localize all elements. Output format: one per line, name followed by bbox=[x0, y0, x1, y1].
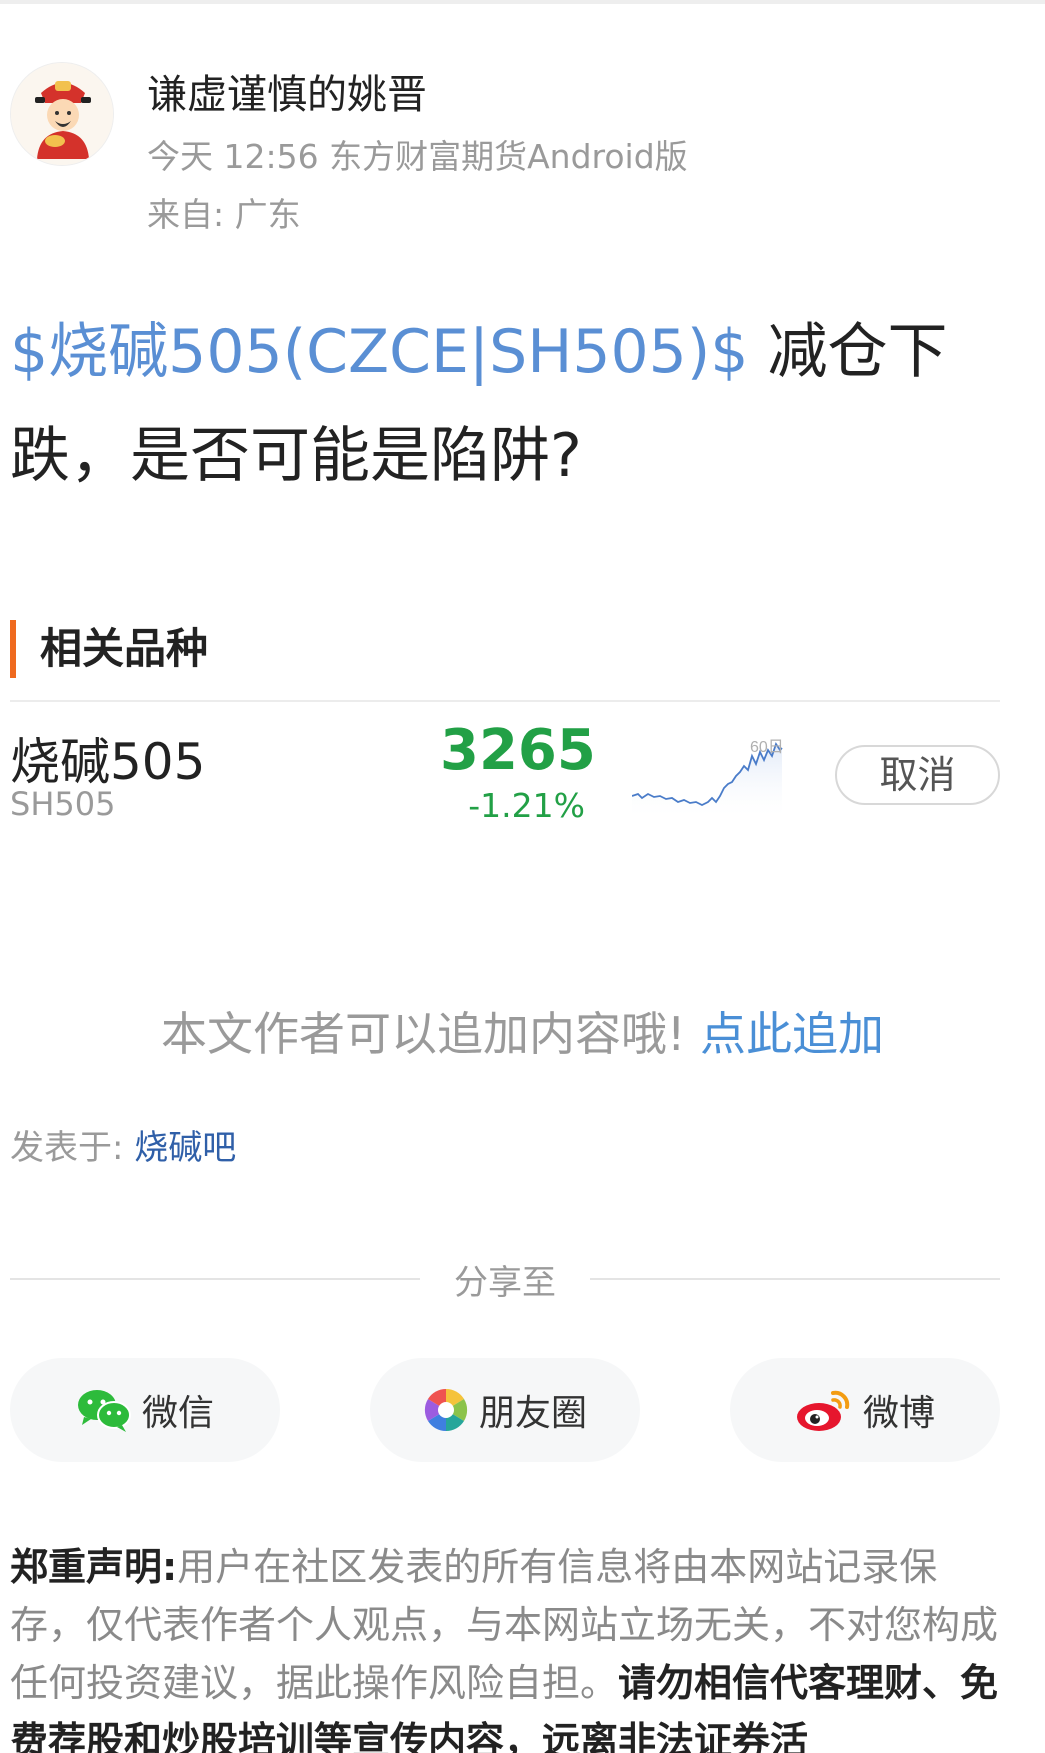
share-wechat-label: 微信 bbox=[141, 1393, 214, 1434]
related-section-title: 相关品种 bbox=[40, 624, 209, 673]
author-name[interactable]: 谦虚谨慎的姚晋 bbox=[147, 62, 427, 120]
section-accent-bar bbox=[10, 620, 16, 678]
quote-sparkline[interactable]: 60日 bbox=[632, 736, 802, 816]
post-location: 来自: 广东 bbox=[147, 195, 301, 234]
disclaimer-heading: 郑重声明: bbox=[10, 1545, 178, 1589]
share-moments-label: 朋友圈 bbox=[478, 1393, 587, 1434]
stock-tag-link[interactable]: $烧碱505(CZCE|SH505)$ bbox=[10, 317, 748, 387]
quote-name[interactable]: 烧碱505 bbox=[10, 722, 205, 794]
quote-price: 3265 bbox=[440, 718, 596, 783]
share-wechat-button[interactable]: 微信 bbox=[10, 1358, 280, 1462]
sparkline-period-label: 60日 bbox=[750, 739, 784, 756]
top-divider bbox=[0, 0, 1045, 4]
posted-in-label: 发表于: bbox=[10, 1128, 135, 1168]
quote-code: SH505 bbox=[10, 785, 116, 823]
share-divider-left bbox=[10, 1278, 420, 1280]
post-meta: 今天 12:56 东方财富期货Android版 bbox=[147, 137, 688, 176]
quote-change: -1.21% bbox=[468, 786, 585, 825]
share-title: 分享至 bbox=[454, 1263, 556, 1303]
god-of-wealth-avatar-icon bbox=[11, 63, 113, 165]
cancel-follow-button[interactable]: 取消 bbox=[835, 745, 1000, 805]
forum-link[interactable]: 烧碱吧 bbox=[134, 1128, 236, 1168]
author-avatar[interactable] bbox=[10, 62, 114, 166]
wechat-icon bbox=[77, 1390, 131, 1432]
weibo-icon bbox=[796, 1390, 850, 1431]
moments-icon bbox=[424, 1388, 468, 1432]
append-text: 本文作者可以追加内容哦! bbox=[160, 1007, 686, 1061]
share-moments-button[interactable]: 朋友圈 bbox=[370, 1358, 640, 1462]
posted-in: 发表于: 烧碱吧 bbox=[10, 1120, 236, 1169]
share-weibo-button[interactable]: 微博 bbox=[730, 1358, 1000, 1462]
post-title: $烧碱505(CZCE|SH505)$ 减仓下跌，是否可能是陷阱? bbox=[10, 300, 1010, 508]
append-link[interactable]: 点此追加 bbox=[700, 1007, 884, 1061]
disclaimer: 郑重声明:用户在社区发表的所有信息将由本网站记录保存，仅代表作者个人观点，与本网… bbox=[10, 1538, 1005, 1753]
append-prompt: 本文作者可以追加内容哦! 点此追加 bbox=[0, 998, 1045, 1064]
share-weibo-label: 微博 bbox=[862, 1393, 935, 1434]
share-divider-right bbox=[590, 1278, 1000, 1280]
section-divider bbox=[10, 700, 1000, 702]
